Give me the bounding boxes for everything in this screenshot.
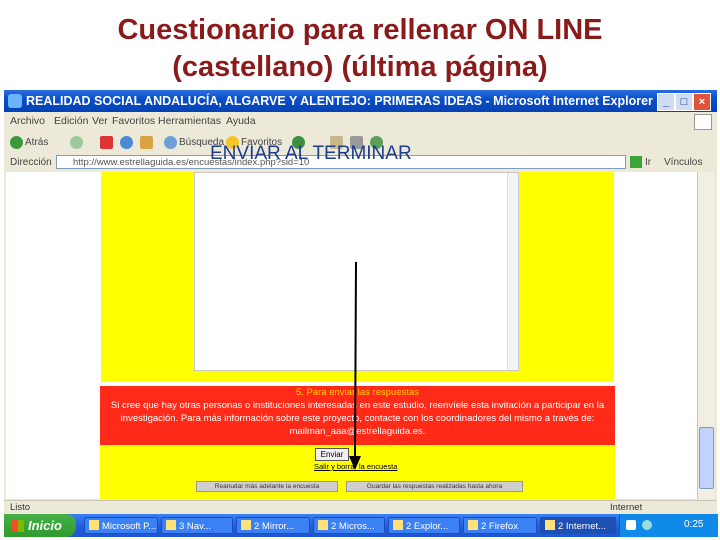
app-icon xyxy=(393,520,403,530)
page-content: 5. Para enviar las respuestas Si cree qu… xyxy=(6,172,697,499)
start-label: Inicio xyxy=(28,518,62,533)
title-bar[interactable]: REALIDAD SOCIAL ANDALUCÍA, ALGARVE Y ALE… xyxy=(4,90,717,112)
resume-later-button[interactable]: Reanudar más adelante la encuesta xyxy=(196,481,338,492)
menu-bar: Archivo Edición Ver Favoritos Herramient… xyxy=(4,113,717,131)
app-icon xyxy=(545,520,555,530)
content-panel xyxy=(194,172,519,371)
app-icon xyxy=(318,520,328,530)
maximize-icon[interactable]: □ xyxy=(675,93,693,111)
send-button[interactable]: Enviar xyxy=(315,448,349,461)
go-arrow-icon[interactable] xyxy=(630,156,642,168)
forward-icon xyxy=(70,135,83,149)
links-label[interactable]: Vínculos xyxy=(664,157,702,168)
app-icon xyxy=(166,520,176,530)
status-right: Internet xyxy=(610,502,643,513)
system-tray: 0:25 xyxy=(619,514,718,537)
taskbar-item-active[interactable]: 2 Internet... xyxy=(540,517,616,534)
start-flag-icon xyxy=(12,520,24,532)
windows-logo-icon xyxy=(694,114,712,130)
form-footer: Enviar Salir y borrar la encuesta Reanud… xyxy=(100,445,615,499)
network-icon[interactable] xyxy=(626,520,636,530)
taskbar-item-label: Microsoft P... xyxy=(102,521,157,532)
address-label: Dirección xyxy=(10,157,52,168)
go-label[interactable]: Ir xyxy=(645,157,651,168)
menu-herramientas[interactable]: Herramientas xyxy=(158,115,221,127)
taskbar-item[interactable]: 2 Micros... xyxy=(313,517,385,534)
status-left: Listo xyxy=(10,502,31,513)
app-icon xyxy=(89,520,99,530)
menu-edicion[interactable]: Edición xyxy=(54,115,88,127)
back-icon xyxy=(10,135,23,149)
search-icon xyxy=(164,135,177,149)
forward-button[interactable] xyxy=(70,135,85,151)
app-icon xyxy=(468,520,478,530)
menu-ayuda[interactable]: Ayuda xyxy=(226,115,256,127)
home-button[interactable] xyxy=(140,135,155,151)
taskbar-item-label: 2 Explor... xyxy=(406,521,449,532)
status-bar: Listo Internet xyxy=(4,500,717,515)
window-title: REALIDAD SOCIAL ANDALUCÍA, ALGARVE Y ALE… xyxy=(26,94,653,108)
submit-section: 5. Para enviar las respuestas Si cree qu… xyxy=(100,386,615,445)
annotation-label: ENVIAR AL TERMINAR xyxy=(210,143,412,164)
ie-icon xyxy=(8,94,22,108)
section-heading: 5. Para enviar las respuestas xyxy=(295,387,420,398)
minimize-icon[interactable]: _ xyxy=(657,93,675,111)
taskbar-item-label: 2 Mirror... xyxy=(254,521,295,532)
save-responses-button[interactable]: Guardar las respuestas realizadas hasta … xyxy=(346,481,523,492)
back-button[interactable]: Atrás xyxy=(10,135,48,151)
menu-archivo[interactable]: Archivo xyxy=(10,115,45,127)
slide-title: Cuestionario para rellenar ON LINE (cast… xyxy=(0,12,720,86)
refresh-button[interactable] xyxy=(120,135,135,151)
slide-title-line2: (castellano) (última página) xyxy=(172,51,548,83)
taskbar-item-label: 2 Firefox xyxy=(481,521,518,532)
taskbar-item[interactable]: 2 Mirror... xyxy=(236,517,310,534)
taskbar: Inicio Microsoft P... 3 Nav... 2 Mirror.… xyxy=(4,514,718,537)
section-text: Si cree que hay otras personas o institu… xyxy=(110,400,605,437)
app-icon xyxy=(241,520,251,530)
volume-icon[interactable] xyxy=(642,520,652,530)
taskbar-item-label: 3 Nav... xyxy=(179,521,212,532)
start-button[interactable]: Inicio xyxy=(4,514,76,537)
refresh-icon xyxy=(120,135,133,149)
clock: 0:25 xyxy=(684,519,704,530)
menu-ver[interactable]: Ver xyxy=(92,115,108,127)
taskbar-item[interactable]: 2 Explor... xyxy=(388,517,460,534)
back-label: Atrás xyxy=(25,137,49,148)
stop-icon xyxy=(100,135,113,149)
close-icon[interactable]: × xyxy=(693,93,711,111)
taskbar-item-label: 2 Micros... xyxy=(331,521,375,532)
panel-scrollbar[interactable] xyxy=(507,173,518,370)
page-scrollbar[interactable] xyxy=(697,172,714,499)
taskbar-item[interactable]: 3 Nav... xyxy=(161,517,233,534)
exit-link[interactable]: Salir y borrar la encuesta xyxy=(314,462,397,471)
taskbar-item[interactable]: 2 Firefox xyxy=(463,517,537,534)
slide-title-line1: Cuestionario para rellenar ON LINE xyxy=(117,14,603,46)
taskbar-item[interactable]: Microsoft P... xyxy=(84,517,158,534)
stop-button[interactable] xyxy=(100,135,115,151)
taskbar-item-label: 2 Internet... xyxy=(558,521,607,532)
menu-favoritos[interactable]: Favoritos xyxy=(112,115,155,127)
scroll-thumb[interactable] xyxy=(699,427,714,489)
home-icon xyxy=(140,135,153,149)
